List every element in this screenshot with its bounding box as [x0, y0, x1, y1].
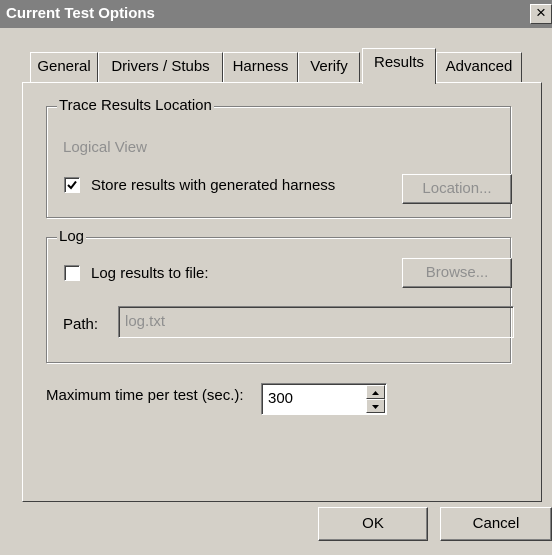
log-groupbox: Log Log results to file: Browse... Path:… — [46, 228, 514, 363]
title-bar: Current Test Options × — [0, 0, 552, 28]
dialog-title: Current Test Options — [6, 5, 155, 22]
checkmark-icon — [67, 180, 77, 190]
cancel-button[interactable]: Cancel — [440, 507, 552, 541]
max-time-value: 300 — [268, 390, 294, 407]
tab-general[interactable]: General — [30, 52, 98, 82]
store-with-harness-label: Store results with generated harness — [91, 177, 336, 194]
logical-view-label: Logical View — [63, 139, 147, 156]
trace-results-groupbox: Trace Results Location Logical View Stor… — [46, 97, 512, 218]
log-to-file-label: Log results to file: — [91, 265, 209, 282]
browse-button[interactable]: Browse... — [402, 258, 512, 288]
close-icon: × — [536, 3, 546, 22]
spin-down-button[interactable] — [366, 399, 385, 413]
max-time-label: Maximum time per test (sec.): — [46, 387, 244, 404]
results-tab-panel: Trace Results Location Logical View Stor… — [22, 82, 542, 502]
ok-button[interactable]: OK — [318, 507, 428, 541]
spin-up-button[interactable] — [366, 385, 385, 399]
tab-advanced[interactable]: Advanced — [436, 52, 522, 82]
tab-verify[interactable]: Verify — [298, 52, 360, 82]
store-with-harness-checkbox[interactable] — [64, 177, 80, 193]
path-label: Path: — [63, 316, 99, 333]
path-field[interactable]: log.txt — [118, 306, 514, 338]
location-button[interactable]: Location... — [402, 174, 512, 204]
tab-drivers-stubs[interactable]: Drivers / Stubs — [98, 52, 223, 82]
spin-up-icon — [372, 391, 379, 395]
dialog-window: Current Test Options × General Drivers /… — [0, 0, 552, 555]
tab-results[interactable]: Results — [362, 48, 436, 84]
tab-harness[interactable]: Harness — [223, 52, 298, 82]
close-button[interactable]: × — [530, 4, 552, 24]
tab-strip: General Drivers / Stubs Harness Verify R… — [0, 48, 552, 84]
log-to-file-checkbox[interactable] — [64, 265, 80, 281]
spin-down-icon — [372, 405, 379, 409]
log-title: Log — [57, 228, 87, 245]
trace-results-title: Trace Results Location — [57, 97, 214, 114]
